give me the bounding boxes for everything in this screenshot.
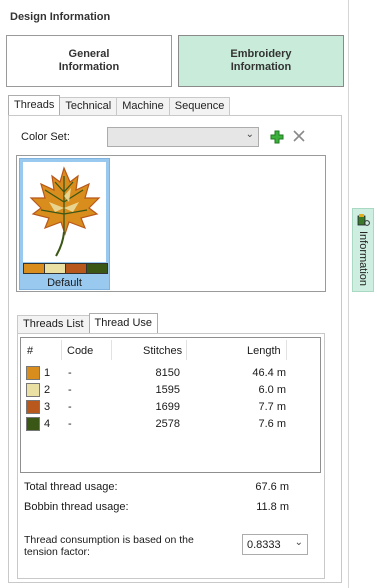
total-usage-value: 67.6 m [255,481,289,493]
thread-stitches: 2578 [155,418,180,430]
thread-subtabs: Threads List Thread Use [17,313,159,333]
add-color-set-icon[interactable] [270,130,284,144]
thread-use-table[interactable]: # Code Stitches Length 1 - 8150 46.4 m 2 - 159… [20,337,321,473]
design-information-panel: Design Information General Information E… [0,0,349,588]
info-tabs: Threads Technical Machine Sequence [8,95,231,115]
table-row[interactable]: 4 - 2578 7.6 m [21,416,320,433]
tab-threads[interactable]: Threads [8,95,61,115]
color-set-gallery: Default [16,155,326,292]
information-side-tab[interactable]: Information [352,208,374,292]
header-divider[interactable] [61,340,62,360]
header-divider[interactable] [286,340,287,360]
header-length[interactable]: Length [247,345,281,357]
thread-length: 7.6 m [258,418,286,430]
thread-color-swatch [26,400,40,414]
color-set-item-default[interactable]: Default [19,158,110,290]
chevron-down-icon: ⌄ [245,129,254,140]
strip-color-4 [87,264,107,273]
bobbin-usage-value: 11.8 m [256,501,289,513]
table-header: # Code Stitches Length [21,338,320,362]
tab-technical[interactable]: Technical [59,97,118,115]
thread-color-swatch [26,366,40,380]
thread-number: 1 [44,367,51,379]
delete-color-set-icon[interactable] [292,129,306,143]
information-icon [357,214,370,226]
color-set-name: Default [47,277,82,289]
thread-length: 6.0 m [258,384,286,396]
strip-color-3 [66,264,87,273]
thread-number: 2 [44,384,51,396]
header-code[interactable]: Code [67,345,93,357]
color-set-label: Color Set: [21,131,70,143]
header-number[interactable]: # [27,345,33,357]
thread-color-swatch [26,417,40,431]
thread-stitches: 8150 [155,367,180,379]
tension-factor-dropdown[interactable]: 0.8333 ⌄ [242,534,308,555]
thread-number: 4 [44,418,51,430]
embroidery-information-button[interactable]: Embroidery Information [178,35,344,87]
table-row[interactable]: 3 - 1699 7.7 m [21,399,320,416]
tab-threads-list[interactable]: Threads List [17,315,90,333]
tab-thread-use[interactable]: Thread Use [88,313,159,333]
design-thumbnail [23,162,106,262]
thread-stitches: 1699 [155,401,180,413]
header-divider[interactable] [111,340,112,360]
thread-number: 3 [44,401,51,413]
thread-color-strip [23,263,108,274]
maple-leaf-icon [29,166,101,257]
thread-stitches: 1595 [155,384,180,396]
table-row[interactable]: 1 - 8150 46.4 m [21,365,320,382]
chevron-down-icon: ⌄ [294,537,303,548]
thread-code: - [68,418,72,430]
strip-color-1 [24,264,45,273]
color-set-dropdown[interactable]: ⌄ [107,127,259,147]
general-information-button[interactable]: General Information [6,35,172,87]
thread-code: - [68,401,72,413]
panel-title: Design Information [10,11,111,23]
bobbin-usage-label: Bobbin thread usage: [24,501,129,513]
thread-length: 7.7 m [258,401,286,413]
tab-machine[interactable]: Machine [116,97,170,115]
tension-factor-value: 0.8333 [247,539,281,551]
tension-factor-label: Thread consumption is based on the tensi… [24,534,194,558]
table-row[interactable]: 2 - 1595 6.0 m [21,382,320,399]
thread-code: - [68,384,72,396]
total-usage-label: Total thread usage: [24,481,118,493]
thread-length: 46.4 m [252,367,286,379]
header-divider[interactable] [186,340,187,360]
header-stitches[interactable]: Stitches [143,345,182,357]
tab-sequence[interactable]: Sequence [168,97,231,115]
strip-color-2 [45,264,66,273]
thread-code: - [68,367,72,379]
information-side-label: Information [357,231,369,287]
thread-color-swatch [26,383,40,397]
